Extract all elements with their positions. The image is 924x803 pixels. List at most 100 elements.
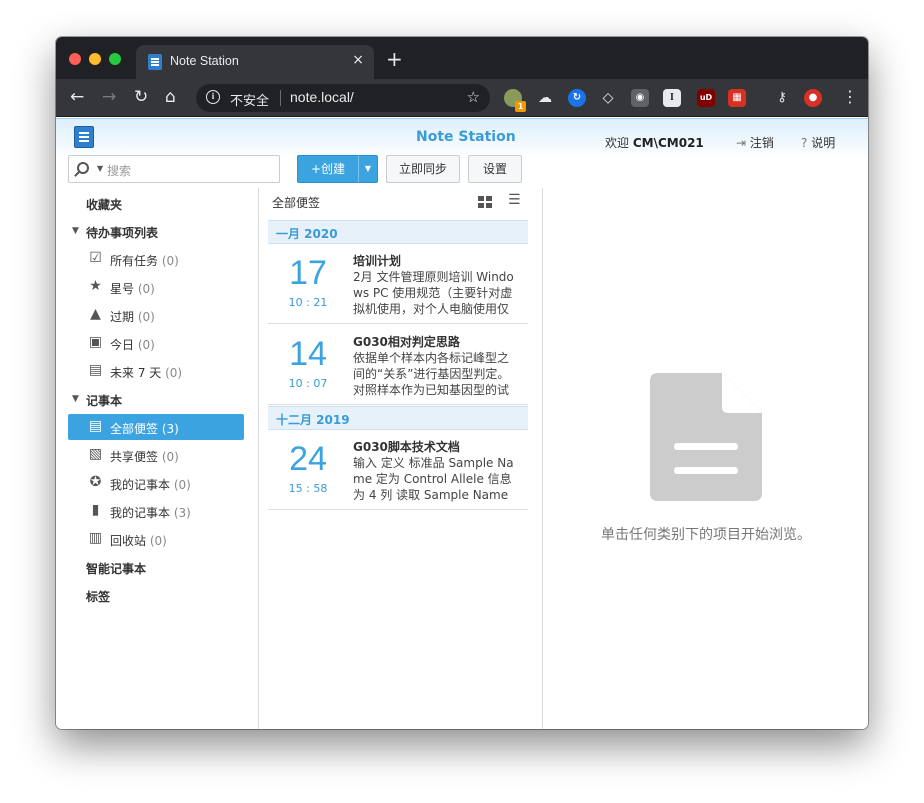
sidebar-item-my-notebook[interactable]: ▮ 我的记事本 (3) [68, 498, 244, 524]
note-title: G030相对判定思路 [353, 335, 460, 349]
note-list: 全部便签 ☰ 一月 2020 17 10 : 21 培训计划 2月 文件管理原则… [260, 188, 543, 729]
sidebar-item-label: 所有任务 [110, 254, 159, 268]
sidebar-item-label: 全部便签 [110, 422, 159, 436]
grid-view-icon[interactable] [478, 196, 493, 208]
sidebar-item-today[interactable]: ▣ 今日 (0) [68, 330, 244, 356]
sort-icon[interactable]: ☰ [508, 192, 521, 208]
note-title: 培训计划 [353, 254, 402, 268]
note-item[interactable]: 24 15 : 58 G030脚本技术文档 输入 定义 标准品 Sample N… [268, 430, 528, 510]
sidebar-item-count: (0) [173, 478, 191, 492]
sync-now-button[interactable]: 立即同步 [386, 155, 460, 183]
new-tab-button[interactable]: + [386, 49, 403, 69]
instapaper-extension-icon[interactable]: I [663, 89, 681, 107]
note-time: 10 : 21 [288, 296, 328, 309]
extension-green-icon[interactable]: 1 [504, 89, 526, 112]
welcome-text: 欢迎 CM\CM021 [605, 134, 704, 151]
key-extension-icon[interactable]: ⚷ [773, 89, 791, 107]
app-title: Note Station [416, 129, 516, 145]
empty-state-message: 单击任何类别下的项目开始浏览。 [601, 527, 811, 543]
app-header: Note Station 欢迎 CM\CM021 ⇥ 注销 ? 说明 ▼ 搜索 … [56, 118, 868, 188]
maximize-window-button[interactable] [109, 53, 121, 65]
sidebar-tags[interactable]: 标签 [86, 588, 110, 605]
profile-extension-icon[interactable]: ● [804, 89, 822, 107]
bookmark-star-icon[interactable]: ☆ [467, 88, 480, 106]
sidebar-item-my-notebook-starred[interactable]: ✪ 我的记事本 (0) [68, 470, 244, 496]
sidebar-item-label: 星号 [110, 282, 135, 296]
cloud-extension-icon[interactable]: ☁ [536, 89, 554, 107]
sidebar-item-label: 过期 [110, 310, 135, 324]
sidebar-item-trash[interactable]: ▥ 回收站 (0) [68, 526, 244, 552]
month-label: 一月 2020 [276, 227, 338, 241]
settings-button[interactable]: 设置 [468, 155, 522, 183]
home-icon[interactable]: ⌂ [165, 88, 176, 106]
calendar-icon: ▣ [88, 334, 103, 350]
tab-title: Note Station [170, 54, 239, 68]
search-icon [77, 162, 89, 174]
sidebar-todo-section[interactable]: 待办事项列表 [86, 224, 158, 241]
sidebar-favorites[interactable]: 收藏夹 [86, 196, 122, 213]
warning-icon: ▲ [90, 306, 101, 322]
sync-extension-icon[interactable]: ↻ [568, 89, 586, 107]
security-label: 不安全 [230, 94, 270, 109]
note-time: 15 : 58 [288, 482, 328, 495]
create-button[interactable]: +创建 [297, 155, 359, 183]
sidebar-item-shared-notes[interactable]: ▧ 共享便签 (0) [68, 442, 244, 468]
help-icon: ? [801, 136, 808, 150]
tab-bar: Note Station × + [56, 37, 868, 79]
sidebar-item-all-notes[interactable]: ▤ 全部便签 (3) [68, 414, 244, 440]
sidebar-item-count: (0) [161, 450, 179, 464]
sidebar-item-starred[interactable]: ★ 星号 (0) [68, 274, 244, 300]
omnibox[interactable]: i 不安全 note.local/ ☆ [196, 84, 490, 112]
url-text[interactable]: note.local/ [290, 89, 354, 105]
note-station-favicon-icon [148, 54, 162, 70]
note-item[interactable]: 17 10 : 21 培训计划 2月 文件管理原则培训 Windows PC 使… [268, 244, 528, 324]
note-item[interactable]: 14 10 : 07 G030相对判定思路 依据单个样本内各标记峰型之间的“关系… [268, 325, 528, 405]
note-preview: 依据单个样本内各标记峰型之间的“关系”进行基因型判定。对照样本作为已知基因型的试 [353, 351, 510, 397]
browser-toolbar: ← → ↻ ⌂ i 不安全 note.local/ ☆ 1 ☁ ↻ ◇ ◉ I … [56, 79, 868, 117]
diamond-extension-icon[interactable]: ◇ [599, 89, 617, 107]
sidebar-item-label: 我的记事本 [110, 478, 171, 492]
create-dropdown-chevron-down-icon[interactable]: ▼ [358, 155, 378, 183]
note-list-title: 全部便签 [272, 196, 321, 210]
calendar-week-icon: ▤ [88, 362, 103, 378]
extension-badge: 1 [515, 101, 526, 112]
tab-close-icon[interactable]: × [352, 52, 364, 68]
logout-link[interactable]: ⇥ 注销 [736, 134, 774, 151]
sidebar-notebook-section[interactable]: 记事本 [86, 392, 122, 409]
minimize-window-button[interactable] [89, 53, 101, 65]
back-arrow-icon[interactable]: ← [70, 88, 84, 106]
notebook-icon: ▮ [91, 502, 100, 518]
sidebar-item-overdue[interactable]: ▲ 过期 (0) [68, 302, 244, 328]
sidebar-item-label: 共享便签 [110, 450, 159, 464]
sidebar-item-count: (0) [165, 366, 183, 380]
sidebar-smart-notebooks[interactable]: 智能记事本 [86, 560, 146, 577]
search-options-chevron-down-icon[interactable]: ▼ [97, 164, 103, 173]
month-group-header: 一月 2020 [268, 220, 528, 244]
notebook-collapse-chevron-down-icon[interactable]: ▼ [72, 394, 79, 404]
menu-kebab-icon[interactable]: ⋮ [842, 88, 858, 106]
omnibox-divider [280, 90, 281, 106]
forward-arrow-icon[interactable]: → [102, 88, 116, 106]
search-input[interactable]: ▼ 搜索 [68, 155, 280, 183]
notes-icon: ▤ [88, 418, 103, 434]
sidebar-item-label: 我的记事本 [110, 506, 171, 520]
help-link[interactable]: ? 说明 [801, 134, 835, 151]
mendeley-extension-icon[interactable]: ▦ [728, 89, 746, 107]
close-window-button[interactable] [69, 53, 81, 65]
todo-collapse-chevron-down-icon[interactable]: ▼ [72, 226, 79, 236]
create-label: 创建 [321, 162, 346, 176]
note-title: G030脚本技术文档 [353, 440, 460, 454]
star-icon: ★ [89, 278, 102, 294]
trash-icon: ▥ [88, 530, 103, 546]
note-station-app: Note Station 欢迎 CM\CM021 ⇥ 注销 ? 说明 ▼ 搜索 … [56, 118, 868, 729]
month-group-header: 十二月 2019 [268, 406, 528, 430]
sidebar-item-next-7-days[interactable]: ▤ 未来 7 天 (0) [68, 358, 244, 384]
info-icon[interactable]: i [206, 90, 220, 104]
ublock-extension-icon[interactable]: uD [697, 89, 715, 107]
sidebar-item-all-tasks[interactable]: ☑ 所有任务 (0) [68, 246, 244, 272]
sidebar-item-label: 未来 7 天 [110, 366, 162, 380]
reload-icon[interactable]: ↻ [134, 88, 148, 106]
browser-tab[interactable]: Note Station × [136, 45, 374, 79]
camera-extension-icon[interactable]: ◉ [631, 89, 649, 107]
sidebar-item-label: 回收站 [110, 534, 147, 548]
